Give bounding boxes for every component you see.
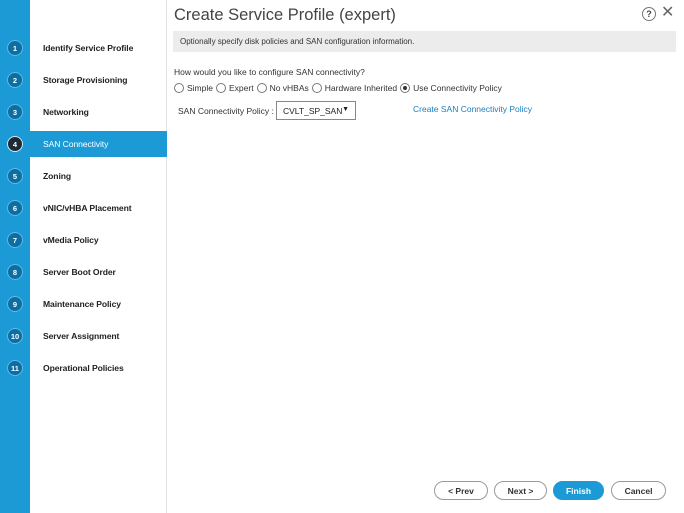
step-label: Server Boot Order (43, 267, 116, 277)
step-label: Networking (43, 107, 89, 117)
step-label: Zoning (43, 171, 72, 181)
radio-hardware-inherited-label: Hardware Inherited (324, 83, 398, 93)
step-number-badge: 3 (7, 104, 23, 120)
step-label: vMedia Policy (43, 235, 99, 245)
step-number-badge: 2 (7, 72, 23, 88)
step-number-badge: 11 (7, 360, 23, 376)
radio-no-vhbas[interactable]: No vHBAs (256, 83, 309, 93)
dialog-title: Create Service Profile (expert) (174, 6, 396, 24)
step-maintenance-policy[interactable]: Maintenance Policy (30, 291, 167, 317)
san-config-radio-group: Simple Expert No vHBAs Hardware Inherite… (174, 83, 505, 93)
step-san-connectivity[interactable]: SAN Connectivity (30, 131, 167, 157)
step-label: vNIC/vHBA Placement (43, 203, 132, 213)
step-number-badge: 6 (7, 200, 23, 216)
san-policy-label: SAN Connectivity Policy : (178, 106, 274, 116)
step-vmedia-policy[interactable]: vMedia Policy (30, 227, 167, 253)
radio-hardware-inherited[interactable]: Hardware Inherited (311, 83, 398, 93)
radio-expert[interactable]: Expert (215, 83, 254, 93)
step-label: Identify Service Profile (43, 43, 134, 53)
san-policy-value: CVLT_SP_SAN (283, 106, 343, 116)
close-icon[interactable]: ✕ (661, 4, 674, 22)
radio-expert-label: Expert (228, 83, 254, 93)
radio-use-connectivity-policy[interactable]: Use Connectivity Policy (400, 83, 502, 93)
wizard-steps-panel: Identify Service Profile Storage Provisi… (30, 0, 167, 513)
step-label: Operational Policies (43, 363, 124, 373)
step-label: Maintenance Policy (43, 299, 121, 309)
step-number-badge: 5 (7, 168, 23, 184)
step-label: Server Assignment (43, 331, 120, 341)
step-label: Storage Provisioning (43, 75, 128, 85)
radio-simple[interactable]: Simple (174, 83, 213, 93)
dropdown-arrow-icon: ▼ (342, 106, 349, 113)
step-number-badge: 10 (7, 328, 23, 344)
step-label: SAN Connectivity (43, 139, 109, 149)
next-button[interactable]: Next > (494, 481, 547, 500)
radio-no-vhbas-label: No vHBAs (269, 83, 309, 93)
create-san-policy-link[interactable]: Create SAN Connectivity Policy (413, 104, 532, 114)
info-banner: Optionally specify disk policies and SAN… (173, 31, 676, 52)
radio-use-connectivity-policy-control[interactable] (400, 83, 411, 93)
step-storage-provisioning[interactable]: Storage Provisioning (30, 67, 167, 93)
radio-simple-control[interactable] (174, 83, 184, 93)
help-icon[interactable]: ? (642, 7, 656, 21)
step-number-badge: 7 (7, 232, 23, 248)
step-number-badge: 1 (7, 40, 23, 56)
step-identify-service-profile[interactable]: Identify Service Profile (30, 35, 167, 61)
step-number-badge-active: 4 (7, 136, 23, 152)
step-operational-policies[interactable]: Operational Policies (30, 355, 167, 381)
step-vnic-vhba-placement[interactable]: vNIC/vHBA Placement (30, 195, 167, 221)
step-server-boot-order[interactable]: Server Boot Order (30, 259, 167, 285)
finish-button[interactable]: Finish (553, 481, 604, 500)
step-server-assignment[interactable]: Server Assignment (30, 323, 167, 349)
radio-no-vhbas-control[interactable] (256, 83, 267, 93)
san-policy-select[interactable]: CVLT_SP_SAN ▼ (276, 101, 356, 120)
step-networking[interactable]: Networking (30, 99, 167, 125)
prev-button[interactable]: < Prev (434, 481, 488, 500)
step-number-badge: 9 (7, 296, 23, 312)
radio-simple-label: Simple (187, 83, 213, 93)
radio-hardware-inherited-control[interactable] (311, 83, 322, 93)
san-question: How would you like to configure SAN conn… (174, 67, 365, 77)
step-number-badge: 8 (7, 264, 23, 280)
step-zoning[interactable]: Zoning (30, 163, 167, 189)
cancel-button[interactable]: Cancel (611, 481, 666, 500)
radio-expert-control[interactable] (215, 83, 226, 93)
radio-use-connectivity-policy-label: Use Connectivity Policy (413, 83, 502, 93)
